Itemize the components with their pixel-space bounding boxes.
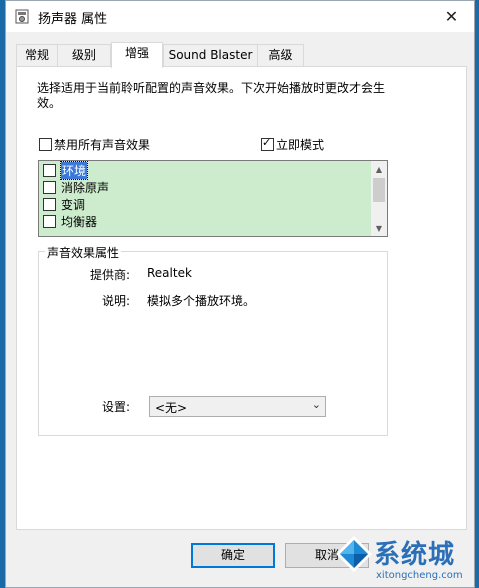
properties-dialog: 扬声器 属性 ✕ 常规 级别 增强 Sound Blaster 高级 选择适用于… bbox=[5, 0, 475, 588]
equalizer-checkbox[interactable] bbox=[43, 215, 56, 228]
chevron-up-icon[interactable]: ▲ bbox=[371, 161, 387, 177]
tab-sound-blaster[interactable]: Sound Blaster bbox=[163, 44, 258, 66]
immediate-mode-checkbox[interactable] bbox=[261, 136, 274, 151]
watermark-url: xitongcheng.com bbox=[376, 570, 463, 581]
disable-all-effects-checkbox[interactable] bbox=[39, 138, 52, 151]
enhancements-description: 选择适用于当前聆听配置的声音效果。下次开始播放时更改才会生效。 bbox=[37, 81, 386, 110]
voice-cancel-checkbox[interactable] bbox=[43, 181, 56, 194]
watermark: 系统城 xitongcheng.com bbox=[330, 530, 479, 588]
settings-selected-value: <无> bbox=[155, 401, 188, 415]
provider-label: 提供商: bbox=[89, 268, 130, 282]
environment-checkbox[interactable] bbox=[43, 164, 56, 177]
ok-button[interactable]: 确定 bbox=[191, 543, 275, 568]
effect-description-value: 模拟多个播放环境。 bbox=[147, 294, 256, 308]
title-bar[interactable]: 扬声器 属性 ✕ bbox=[6, 1, 474, 32]
watermark-text: 系统城 bbox=[374, 540, 456, 570]
tab-advanced[interactable]: 高级 bbox=[257, 44, 304, 66]
disable-all-effects-label[interactable]: 禁用所有声音效果 bbox=[54, 136, 150, 153]
settings-label: 设置: bbox=[101, 400, 130, 414]
group-title: 声音效果属性 bbox=[45, 244, 122, 261]
tab-general[interactable]: 常规 bbox=[16, 44, 58, 66]
settings-dropdown[interactable]: <无> ⌄ bbox=[149, 396, 326, 417]
pitch-shift-checkbox[interactable] bbox=[43, 198, 56, 211]
tab-enhancements[interactable]: 增强 bbox=[111, 42, 163, 68]
effects-list[interactable]: 环境 消除原声 变调 均衡器 ▲ ▼ bbox=[38, 160, 388, 237]
list-scrollbar[interactable]: ▲ ▼ bbox=[371, 161, 387, 236]
scrollbar-thumb[interactable] bbox=[373, 178, 385, 202]
speaker-properties-icon bbox=[15, 9, 29, 24]
chevron-down-icon: ⌄ bbox=[311, 398, 321, 411]
enhancements-panel: 选择适用于当前聆听配置的声音效果。下次开始播放时更改才会生效。 禁用所有声音效果… bbox=[16, 66, 467, 530]
provider-value: Realtek bbox=[147, 266, 192, 280]
chevron-down-icon[interactable]: ▼ bbox=[371, 220, 387, 236]
close-icon: ✕ bbox=[444, 7, 459, 26]
close-button[interactable]: ✕ bbox=[429, 1, 474, 32]
effect-description-label: 说明: bbox=[101, 294, 130, 308]
immediate-mode-label[interactable]: 立即模式 bbox=[276, 136, 324, 153]
windows-logo-icon bbox=[336, 536, 372, 572]
effect-properties-group: 声音效果属性 提供商: Realtek 说明: 模拟多个播放环境。 设置: <无… bbox=[38, 244, 388, 436]
tab-levels[interactable]: 级别 bbox=[57, 44, 111, 66]
window-title: 扬声器 属性 bbox=[38, 12, 108, 27]
